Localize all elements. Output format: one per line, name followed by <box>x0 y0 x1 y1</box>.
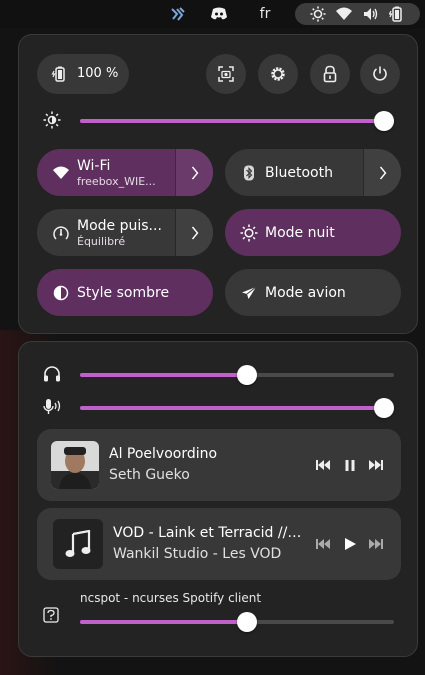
track-title: Al Poelvoordino <box>109 446 218 462</box>
top-bar: fr <box>0 0 425 28</box>
lock-icon <box>323 65 337 83</box>
power-mode-icon <box>51 223 71 243</box>
track-title: VOD - Laink et Terracid // ... <box>113 525 303 541</box>
wifi-network-name: freebox_WIE... <box>77 174 156 188</box>
next-track-button[interactable] <box>366 536 386 552</box>
headphones-icon <box>43 366 61 386</box>
bluetooth-title: Bluetooth <box>265 164 333 181</box>
power-mode-toggle[interactable]: Mode puis... Équilibré <box>37 209 213 256</box>
night-light-icon <box>310 6 326 22</box>
brightness-slider-fill <box>80 119 384 123</box>
bluetooth-menu-arrow[interactable] <box>363 149 401 196</box>
system-status-menu[interactable] <box>295 3 420 25</box>
music-note-icon <box>53 519 103 569</box>
power-mode-menu-arrow[interactable] <box>175 209 213 256</box>
track-artist: Seth Gueko <box>109 467 190 483</box>
wifi-toggle[interactable]: Wi-Fi freebox_WIE... <box>37 149 213 196</box>
volume-icon <box>363 7 379 21</box>
wifi-menu-arrow[interactable] <box>175 149 213 196</box>
pause-button[interactable] <box>340 457 360 473</box>
input-volume-slider-fill <box>80 406 384 410</box>
keyboard-layout-indicator[interactable]: fr <box>254 4 276 24</box>
wifi-icon <box>51 163 71 183</box>
night-mode-title: Mode nuit <box>265 224 335 241</box>
battery-icon <box>51 65 69 87</box>
app-volume-slider-fill <box>80 620 248 624</box>
app-volume-slider[interactable] <box>80 612 394 632</box>
night-light-icon <box>239 223 259 243</box>
app-tray-icon[interactable] <box>168 4 188 24</box>
input-volume-slider[interactable] <box>80 398 394 418</box>
skip-forward-icon <box>369 460 383 470</box>
night-mode-toggle[interactable]: Mode nuit <box>225 209 401 256</box>
skip-forward-icon <box>369 539 383 549</box>
power-icon <box>373 66 387 81</box>
quick-settings-panel: 100 % Wi-Fi freebox_WIE... Bluetooth Mod… <box>18 34 418 334</box>
wifi-icon <box>336 7 353 21</box>
app-volume-slider-handle[interactable] <box>237 612 258 632</box>
settings-button[interactable] <box>258 54 298 94</box>
app-stream-label: ncspot - ncurses Spotify client <box>80 591 262 605</box>
bluetooth-toggle[interactable]: Bluetooth <box>225 149 401 196</box>
chevron-right-icon <box>379 166 386 179</box>
bluetooth-icon <box>239 163 259 183</box>
discord-icon[interactable] <box>208 4 230 24</box>
dark-style-toggle[interactable]: Style sombre <box>37 269 213 316</box>
output-volume-slider-handle[interactable] <box>237 365 258 385</box>
skip-back-icon <box>316 539 330 549</box>
screenshot-icon <box>218 66 234 82</box>
dark-style-title: Style sombre <box>77 284 170 301</box>
microphone-icon <box>43 398 63 420</box>
play-icon <box>344 538 356 550</box>
play-button[interactable] <box>340 536 360 552</box>
airplane-mode-toggle[interactable]: Mode avion <box>225 269 401 316</box>
battery-button[interactable]: 100 % <box>37 54 129 94</box>
wifi-title: Wi-Fi <box>77 157 111 174</box>
chevron-right-icon <box>191 166 198 179</box>
power-mode-title: Mode puis... <box>77 217 162 234</box>
output-volume-slider-fill <box>80 373 248 377</box>
track-artist: Wankil Studio - Les VOD <box>113 546 282 562</box>
previous-track-button[interactable] <box>313 536 333 552</box>
media-player-card[interactable]: Al Poelvoordino Seth Gueko <box>37 429 401 501</box>
screenshot-button[interactable] <box>206 54 246 94</box>
brightness-icon <box>43 111 61 133</box>
output-volume-slider[interactable] <box>80 365 394 385</box>
airplane-mode-title: Mode avion <box>265 284 346 301</box>
lock-screen-button[interactable] <box>310 54 350 94</box>
power-mode-value: Équilibré <box>77 234 126 248</box>
brightness-slider[interactable] <box>80 111 394 131</box>
brightness-slider-handle[interactable] <box>374 111 394 131</box>
next-track-button[interactable] <box>366 457 386 473</box>
chevron-right-icon <box>191 226 198 239</box>
dark-style-icon <box>51 283 71 303</box>
power-menu-button[interactable] <box>360 54 400 94</box>
media-player-card[interactable]: VOD - Laink et Terracid // ... Wankil St… <box>37 508 401 580</box>
previous-track-button[interactable] <box>313 457 333 473</box>
pause-icon <box>345 459 355 471</box>
airplane-icon <box>239 283 259 303</box>
audio-media-panel: Al Poelvoordino Seth Gueko VOD - Laink e… <box>18 341 418 657</box>
album-art <box>51 441 99 489</box>
gear-icon <box>271 67 285 81</box>
application-icon <box>43 607 59 627</box>
battery-percentage: 100 % <box>77 66 119 81</box>
battery-charging-icon <box>388 6 405 22</box>
skip-back-icon <box>316 460 330 470</box>
input-volume-slider-handle[interactable] <box>374 398 394 418</box>
